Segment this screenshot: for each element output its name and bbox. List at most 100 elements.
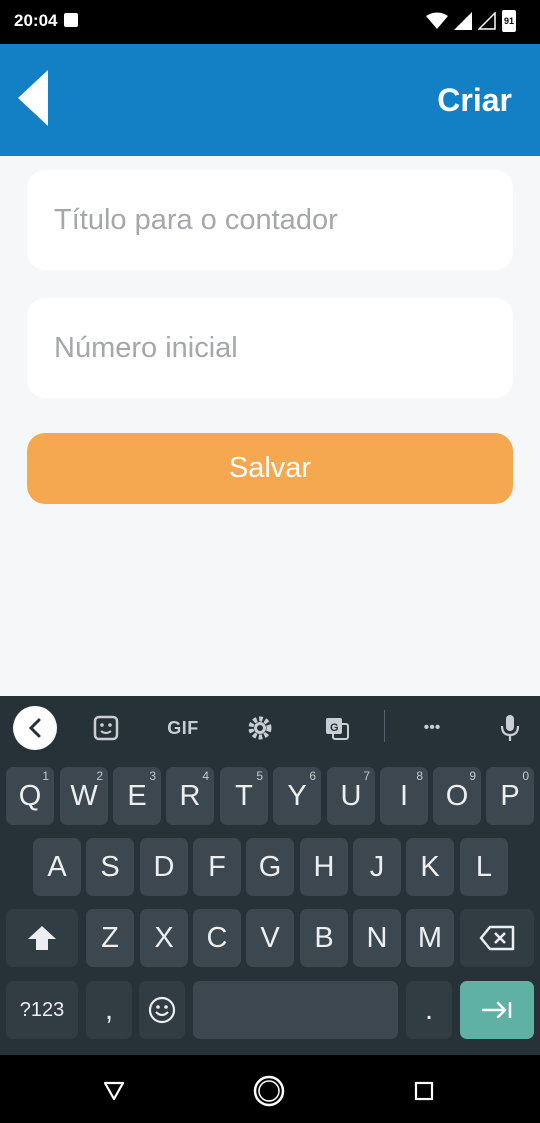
key-hint: 4: [202, 769, 209, 783]
key-t[interactable]: T5: [220, 767, 268, 825]
key-label: Y: [287, 779, 307, 812]
key-g[interactable]: G: [246, 838, 294, 896]
title-input[interactable]: [27, 170, 513, 270]
key-l[interactable]: L: [460, 838, 508, 896]
navigation-bar: [0, 1055, 540, 1123]
tab-next-icon: [481, 1001, 512, 1019]
backspace-key[interactable]: [460, 909, 534, 967]
chevron-left-icon: [28, 718, 41, 738]
key-hint: 6: [309, 769, 316, 783]
key-n[interactable]: N: [353, 909, 401, 967]
key-m[interactable]: M: [406, 909, 454, 967]
backspace-icon: [479, 925, 515, 951]
translate-button[interactable]: G: [315, 706, 359, 750]
emoji-key[interactable]: [139, 981, 185, 1039]
microphone-icon: [500, 715, 520, 741]
more-button[interactable]: •••: [410, 706, 454, 750]
key-hint: 2: [96, 769, 103, 783]
key-q[interactable]: Q1: [6, 767, 54, 825]
square-recents-icon: [414, 1081, 434, 1101]
keyboard: GIF G ••• Q1 W2 E3 R4 T5 Y6 U7 I8 O9 P0 …: [0, 696, 540, 1055]
key-label: U: [340, 779, 362, 812]
status-bar: 20:04 91: [0, 0, 540, 44]
initial-number-input[interactable]: [27, 298, 513, 398]
next-key[interactable]: [460, 981, 534, 1039]
nav-back-button[interactable]: [96, 1073, 132, 1109]
key-c[interactable]: C: [193, 909, 241, 967]
symbols-key[interactable]: ?123: [6, 981, 78, 1039]
status-icons: 91: [426, 10, 516, 32]
key-w[interactable]: W2: [60, 767, 108, 825]
key-hint: 8: [416, 769, 423, 783]
emoji-icon: [148, 996, 176, 1024]
keyboard-toolbar: GIF G •••: [0, 696, 540, 758]
period-key[interactable]: .: [406, 981, 452, 1039]
key-r[interactable]: R4: [166, 767, 214, 825]
comma-key[interactable]: ,: [86, 981, 132, 1039]
key-d[interactable]: D: [140, 838, 188, 896]
gif-button[interactable]: GIF: [160, 706, 206, 750]
key-label: T: [235, 779, 253, 812]
key-hint: 7: [363, 769, 370, 783]
key-hint: 9: [469, 769, 476, 783]
key-k[interactable]: K: [406, 838, 454, 896]
key-s[interactable]: S: [86, 838, 134, 896]
initial-number-field[interactable]: [27, 298, 513, 398]
key-i[interactable]: I8: [380, 767, 428, 825]
nav-home-button[interactable]: [251, 1073, 287, 1109]
key-b[interactable]: B: [300, 909, 348, 967]
shift-key[interactable]: [6, 909, 78, 967]
key-y[interactable]: Y6: [273, 767, 321, 825]
battery-icon: 91: [502, 10, 516, 32]
image-notification-icon: [64, 13, 78, 27]
key-hint: 3: [149, 769, 156, 783]
svg-text:G: G: [330, 722, 339, 734]
triangle-back-icon: [103, 1081, 125, 1101]
key-x[interactable]: X: [140, 909, 188, 967]
sticker-button[interactable]: [84, 706, 128, 750]
shift-icon: [28, 926, 56, 950]
back-arrow-icon: [18, 70, 48, 126]
key-p[interactable]: P0: [486, 767, 534, 825]
sticker-icon: [93, 715, 119, 741]
key-h[interactable]: H: [300, 838, 348, 896]
key-v[interactable]: V: [246, 909, 294, 967]
key-e[interactable]: E3: [113, 767, 161, 825]
translate-icon: G: [326, 718, 349, 740]
battery-level: 91: [503, 16, 514, 26]
key-label: I: [399, 779, 409, 812]
space-key[interactable]: [193, 981, 398, 1039]
signal-empty-icon: [478, 12, 496, 30]
signal-icon: [454, 12, 472, 30]
key-j[interactable]: J: [353, 838, 401, 896]
key-hint: 5: [256, 769, 263, 783]
key-a[interactable]: A: [33, 838, 81, 896]
key-hint: 0: [522, 769, 529, 783]
status-time: 20:04: [14, 11, 58, 30]
key-label: Q: [18, 779, 42, 812]
key-label: O: [445, 779, 469, 812]
key-label: R: [179, 779, 201, 812]
gif-label: GIF: [167, 717, 199, 738]
microphone-button[interactable]: [488, 706, 532, 750]
key-f[interactable]: F: [193, 838, 241, 896]
create-button[interactable]: Criar: [437, 82, 512, 119]
gear-icon: [248, 716, 272, 740]
app-bar: Criar: [0, 44, 540, 156]
key-label: E: [127, 779, 147, 812]
toolbar-divider: [384, 710, 385, 742]
save-button[interactable]: Salvar: [27, 433, 513, 504]
keyboard-collapse-button[interactable]: [13, 706, 57, 750]
back-button[interactable]: [18, 70, 58, 130]
wifi-icon: [426, 12, 448, 29]
key-label: W: [70, 779, 98, 812]
circle-home-icon: [253, 1075, 285, 1107]
settings-button[interactable]: [238, 706, 282, 750]
key-label: P: [500, 779, 520, 812]
title-field[interactable]: [27, 170, 513, 270]
key-o[interactable]: O9: [433, 767, 481, 825]
key-z[interactable]: Z: [86, 909, 134, 967]
nav-recents-button[interactable]: [406, 1073, 442, 1109]
key-hint: 1: [42, 769, 49, 783]
key-u[interactable]: U7: [327, 767, 375, 825]
